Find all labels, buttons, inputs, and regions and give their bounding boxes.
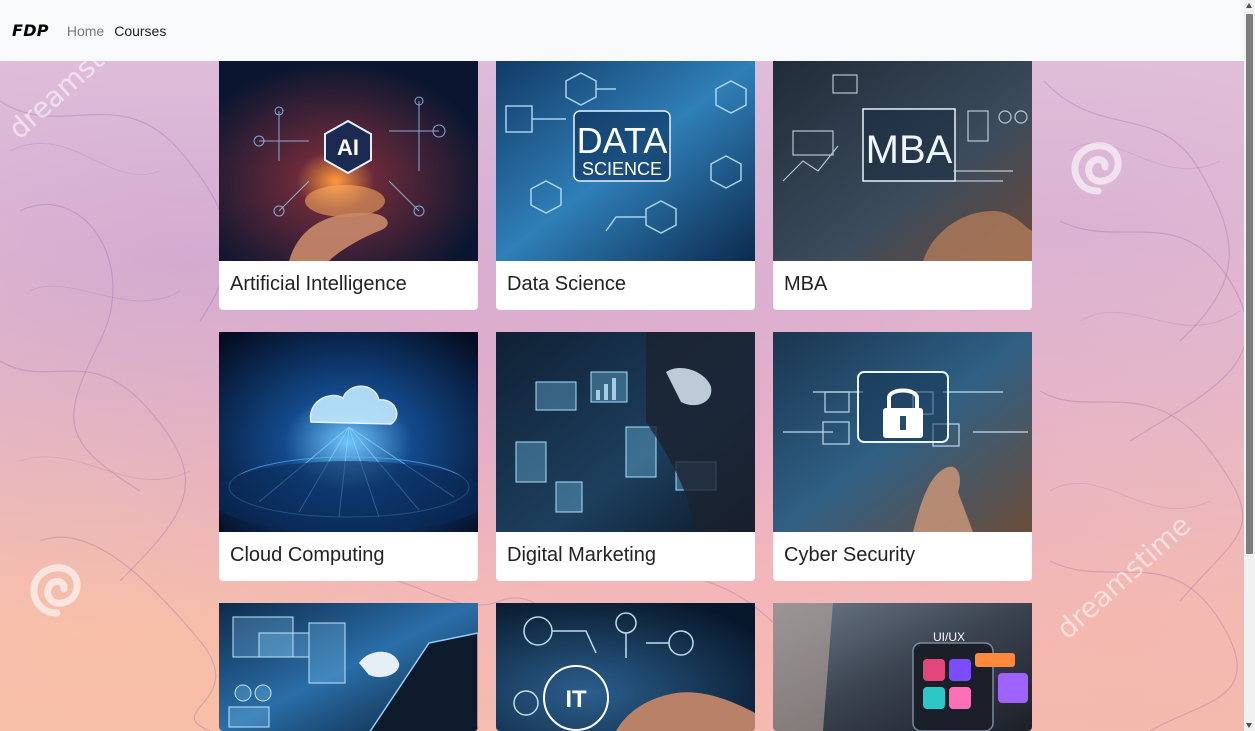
course-card-cyber-security[interactable]: Cyber Security [773, 332, 1032, 581]
brand-logo[interactable]: FDP [12, 21, 49, 40]
digital-marketing-image [496, 332, 755, 532]
top-navbar: FDP Home Courses [0, 0, 1244, 61]
ai-hand-image: AI [219, 61, 478, 261]
scrollbar-thumb[interactable] [1246, 14, 1253, 554]
watermark-swirl-icon [30, 564, 81, 617]
watermark-swirl-icon [1071, 142, 1122, 195]
vertical-scrollbar[interactable] [1244, 0, 1255, 731]
course-title: MBA [784, 273, 828, 295]
course-card-digital-marketing[interactable]: Digital Marketing [496, 332, 755, 581]
course-card-data-science[interactable]: DATA SCIENCE Data Science [496, 61, 755, 310]
cyber-security-image [773, 332, 1032, 532]
cloud-image [219, 332, 478, 532]
course-title: Digital Marketing [507, 544, 656, 566]
it-image-text: IT [565, 686, 587, 713]
course-title: Cyber Security [784, 544, 916, 566]
ui-ux-image-text: UI/UX [933, 630, 965, 644]
nav-link-home[interactable]: Home [67, 23, 104, 39]
robot-laptop-image [219, 603, 478, 731]
course-title: Cloud Computing [230, 544, 385, 566]
course-card-artificial-intelligence[interactable]: AI Artificial Intelligence [219, 61, 478, 310]
course-card-cloud-computing[interactable]: Cloud Computing [219, 332, 478, 581]
scroll-down-arrow-icon[interactable] [1246, 723, 1252, 728]
data-science-image-text: DATA [577, 120, 668, 161]
data-science-image: DATA SCIENCE [496, 61, 755, 261]
course-card-it[interactable]: IT [496, 603, 755, 731]
course-title: Artificial Intelligence [230, 273, 407, 295]
course-card-robot-laptop[interactable] [219, 603, 478, 731]
course-card-mba[interactable]: MBA MBA [773, 61, 1032, 310]
mba-image: MBA [773, 61, 1032, 261]
ai-image-text: AI [337, 135, 359, 160]
course-card-ui-ux[interactable]: UI/UX [773, 603, 1032, 731]
course-title: Data Science [507, 273, 626, 295]
nav-link-courses[interactable]: Courses [114, 23, 166, 39]
mba-image-text: MBA [866, 128, 953, 172]
it-touch-image: IT [496, 603, 755, 731]
data-science-image-subtext: SCIENCE [582, 159, 662, 179]
ui-ux-image: UI/UX [773, 603, 1032, 731]
browser-viewport: dreamstime dreamstime FDP Home Courses A… [0, 0, 1255, 731]
scroll-up-arrow-icon[interactable] [1246, 3, 1252, 8]
